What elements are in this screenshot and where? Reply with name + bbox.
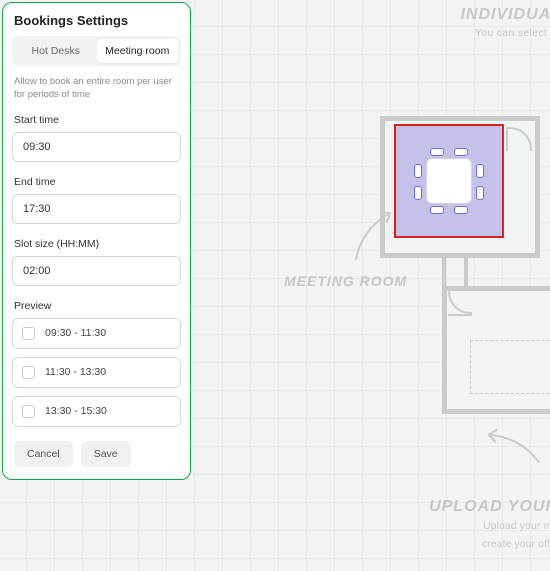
individual-title: Individual [362,6,550,24]
individual-subtitle: You can select yo [362,27,550,39]
upload-title: Upload your [368,498,550,516]
panel-actions: Cancel Save [12,441,181,467]
end-time-label: End time [14,176,181,188]
meeting-room-graphic [380,116,548,258]
slot-time: 09:30 - 11:30 [45,327,106,339]
bookings-settings-panel: Bookings Settings Hot Desks Meeting room… [2,2,191,480]
checkbox-icon[interactable] [22,405,35,418]
slot-size-input[interactable] [12,256,181,286]
room-connector [442,258,468,288]
start-time-label: Start time [14,114,181,126]
checkbox-icon[interactable] [22,366,35,379]
arrow-icon [350,205,398,263]
cancel-button[interactable]: Cancel [14,441,73,467]
save-button[interactable]: Save [81,441,131,467]
meeting-room-label: Meeting room [284,273,407,289]
door-icon [448,292,472,316]
tab-meeting-room[interactable]: Meeting room [97,39,179,63]
panel-title: Bookings Settings [12,13,181,28]
preview-label: Preview [14,300,181,312]
preview-slot[interactable]: 13:30 - 15:30 [12,396,181,427]
slot-time: 13:30 - 15:30 [45,405,107,417]
slot-size-label: Slot size (HH:MM) [14,238,181,250]
start-time-input[interactable] [12,132,181,162]
panel-description: Allow to book an entire room per user fo… [12,76,181,102]
individual-desk-header: Individual You can select yo [362,6,550,39]
room-highlight [394,124,504,238]
preview-slot-list: 09:30 - 11:30 11:30 - 13:30 13:30 - 15:3… [12,318,181,427]
preview-slot[interactable]: 09:30 - 11:30 [12,318,181,349]
tab-group: Hot Desks Meeting room [12,36,181,66]
table-with-chairs-icon [418,150,480,212]
upload-map-header: Upload your Upload your ma create your o… [368,498,550,552]
tab-hot-desks[interactable]: Hot Desks [15,39,97,63]
dashed-placeholder [470,340,550,394]
end-time-input[interactable] [12,194,181,224]
slot-time: 11:30 - 13:30 [45,366,106,378]
upload-subtitle-2: create your offic [368,538,550,552]
preview-slot[interactable]: 11:30 - 13:30 [12,357,181,388]
checkbox-icon[interactable] [22,327,35,340]
upload-subtitle-1: Upload your ma [368,520,550,534]
door-icon [506,127,530,151]
